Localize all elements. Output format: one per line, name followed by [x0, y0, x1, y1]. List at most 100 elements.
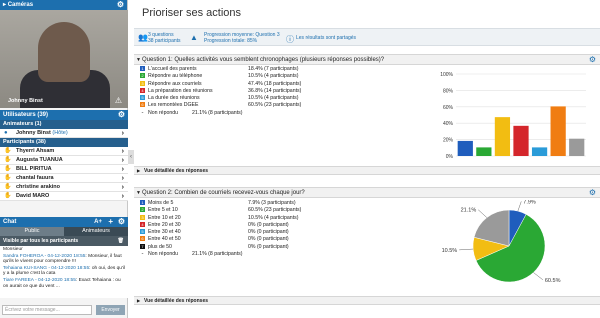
- chevron-right-icon[interactable]: ›: [122, 129, 124, 138]
- bar: [550, 106, 566, 156]
- y-tick-label: 0%: [446, 154, 454, 160]
- question-1: ▼ Question 1: Quelles activités vous sem…: [134, 54, 600, 65]
- summary-counts: 3 questions 38 participants: [148, 32, 181, 44]
- answer-row: 4 La préparation des réunions 36.8% (14 pa…: [140, 87, 301, 95]
- chat-author: Tiare FAREEA: [3, 277, 34, 283]
- answer-number-badge: 4: [140, 221, 145, 227]
- bar: [513, 125, 529, 156]
- answer-row: 6 Les remontées DGEE 60.5% (23 participant…: [140, 102, 301, 109]
- question-2-pie-chart: 7.9% 60.5% 10.5% 21.1%: [442, 200, 561, 284]
- cameras-title: Caméras: [7, 2, 34, 8]
- gear-icon[interactable]: ⚙: [118, 110, 125, 120]
- question-1-answers: 1 L'accueil des parents 18.4% (7 participa…: [140, 66, 301, 117]
- answer-row-no-response: - Non répondu 21.1% (8 participants): [140, 251, 301, 258]
- page-title: Prioriser ses actions: [142, 7, 242, 19]
- animator-row[interactable]: ● Johnny Binst (Hôte) ›: [0, 129, 128, 138]
- chat-message: Tehaiana KUI-SANG - 04-12-2020 18:55: oh…: [3, 266, 125, 277]
- chat-input[interactable]: Écrivez votre message...: [2, 305, 92, 315]
- dash-icon: -: [141, 109, 144, 116]
- answer-row-no-response: - Non répondu 21.1% (8 participants): [140, 110, 301, 117]
- summary-participants: 38 participants: [148, 38, 181, 44]
- pie-data-label: 60.5%: [545, 278, 561, 284]
- answer-row: 6 Entre 40 et 50 0% (0 participant): [140, 236, 301, 243]
- chevron-right-icon[interactable]: ›: [122, 174, 124, 183]
- collapse-triangle-icon[interactable]: ▼: [136, 55, 141, 65]
- summary-shared: Les résultats sont partagés: [296, 35, 357, 41]
- answer-label: Entre 5 et 10: [148, 207, 178, 214]
- pie-label-leader: [517, 201, 522, 212]
- question-2-detail-label: Vue détaillée des réponses: [144, 298, 209, 304]
- trash-icon[interactable]: 🗑: [118, 236, 124, 246]
- collapse-triangle-icon[interactable]: ▼: [136, 188, 141, 198]
- cameras-header[interactable]: ▸ Caméras ⚙: [0, 0, 127, 10]
- chat-tabs: Public Animateurs: [0, 227, 128, 236]
- answer-label: plus de 50: [148, 243, 172, 250]
- participant-row[interactable]: ✋ BILL PIRITUA ›: [0, 165, 128, 174]
- expand-triangle-icon: ▶: [137, 298, 141, 303]
- chevron-right-icon[interactable]: ›: [122, 165, 124, 174]
- tab-animators[interactable]: Animateurs: [64, 227, 128, 236]
- chat-message: Sandra FOHEROA - 04-12-2020 18:55: Monsi…: [3, 254, 125, 265]
- users-header[interactable]: Utilisateurs (39) ⚙: [0, 110, 128, 120]
- gear-icon[interactable]: ⚙: [589, 188, 596, 198]
- font-size-button[interactable]: A+: [94, 217, 102, 227]
- answer-row: 7 plus de 50 0% (0 participant): [140, 243, 301, 251]
- question-2-header[interactable]: ▼ Question 2: Combien de courriels recev…: [134, 188, 600, 198]
- send-button[interactable]: Envoyer: [96, 305, 125, 315]
- participants-list: ✋ Thyerri Ahsam › ✋ Augusta TUANUA › ✋ BILL PIR…: [0, 147, 128, 201]
- chevron-right-icon[interactable]: ›: [122, 192, 124, 201]
- question-1-detail-toggle[interactable]: ▶ Vue détaillée des réponses: [134, 166, 600, 175]
- participant-row[interactable]: ✋ christine arakino ›: [0, 183, 128, 192]
- pie-data-label: 21.1%: [461, 208, 477, 214]
- answer-percent: 18.4% (7 participants): [248, 66, 299, 72]
- answer-number-badge: 1: [140, 200, 145, 205]
- gear-icon[interactable]: ⚙: [117, 0, 124, 10]
- tab-public[interactable]: Public: [0, 227, 64, 236]
- chevron-right-icon[interactable]: ›: [122, 147, 124, 156]
- answer-label: Entre 20 et 30: [148, 221, 181, 228]
- video-person-head: [38, 22, 90, 82]
- participant-row[interactable]: ✋ Augusta TUANUA ›: [0, 156, 128, 165]
- hand-icon: ✋: [4, 193, 12, 199]
- chat-panel: Chat A+ + ⚙ Public Animateurs Visible pa…: [0, 217, 128, 318]
- answer-number-badge: 5: [140, 95, 145, 101]
- dash-icon: -: [141, 251, 144, 258]
- answer-percent: 0% (0 participant): [248, 243, 289, 250]
- answer-row: 5 La durée des réunions 10.5% (4 participa…: [140, 95, 301, 102]
- answer-percent: 21.1% (8 participants): [192, 109, 243, 116]
- answer-label: Entre 10 et 20: [148, 214, 181, 221]
- gear-icon[interactable]: ⚙: [589, 55, 596, 65]
- hand-icon: ✋: [4, 166, 12, 172]
- info-icon: ⓘ: [286, 35, 294, 44]
- y-tick-label: 80%: [443, 88, 454, 94]
- participant-row[interactable]: ✋ chantal fauura ›: [0, 174, 128, 183]
- gear-icon[interactable]: ⚙: [118, 217, 125, 227]
- participant-name: BILL PIRITUA: [16, 166, 52, 172]
- participant-row[interactable]: ✋ Thyerri Ahsam ›: [0, 147, 128, 156]
- question-1-header[interactable]: ▼ Question 1: Quelles activités vous sem…: [134, 55, 600, 65]
- answer-row: 3 Répondre aux courriels 47.4% (18 partici…: [140, 80, 302, 88]
- hand-icon: ✋: [4, 157, 12, 163]
- plus-icon[interactable]: +: [108, 217, 113, 227]
- chat-time: - 04-12-2020 18:55: [44, 253, 86, 259]
- users-section: Utilisateurs (39) ⚙ Animateurs (1) ● Joh…: [0, 110, 128, 201]
- chevron-right-icon[interactable]: ›: [122, 156, 124, 165]
- answer-percent: 47.4% (18 participants): [248, 80, 302, 87]
- answer-number-badge: 3: [140, 214, 145, 220]
- answer-row: 1 Moins de 5 7.9% (3 participants): [140, 200, 301, 207]
- camera-participant-name: Johnny Binst: [8, 98, 43, 104]
- answer-label: L'accueil des parents: [148, 66, 197, 72]
- question-2-detail-toggle[interactable]: ▶ Vue détaillée des réponses: [134, 296, 600, 305]
- y-tick-label: 100%: [440, 72, 453, 78]
- answer-row: 5 Entre 30 et 40 0% (0 participant): [140, 229, 301, 236]
- participant-row[interactable]: ✋ David MARO ›: [0, 192, 128, 201]
- chat-text: Monsieur: [3, 247, 23, 252]
- chat-time: - 04-12-2020 18:55: [35, 277, 76, 283]
- answer-percent: 0% (0 participant): [248, 229, 289, 236]
- chat-header[interactable]: Chat A+ + ⚙: [0, 217, 128, 227]
- answer-number-badge: 1: [140, 66, 145, 71]
- answer-percent: 10.5% (4 participants): [248, 214, 299, 221]
- answer-label: La durée des réunions: [148, 95, 200, 102]
- animator-role: (Hôte): [52, 130, 68, 136]
- chevron-right-icon[interactable]: ›: [122, 183, 124, 192]
